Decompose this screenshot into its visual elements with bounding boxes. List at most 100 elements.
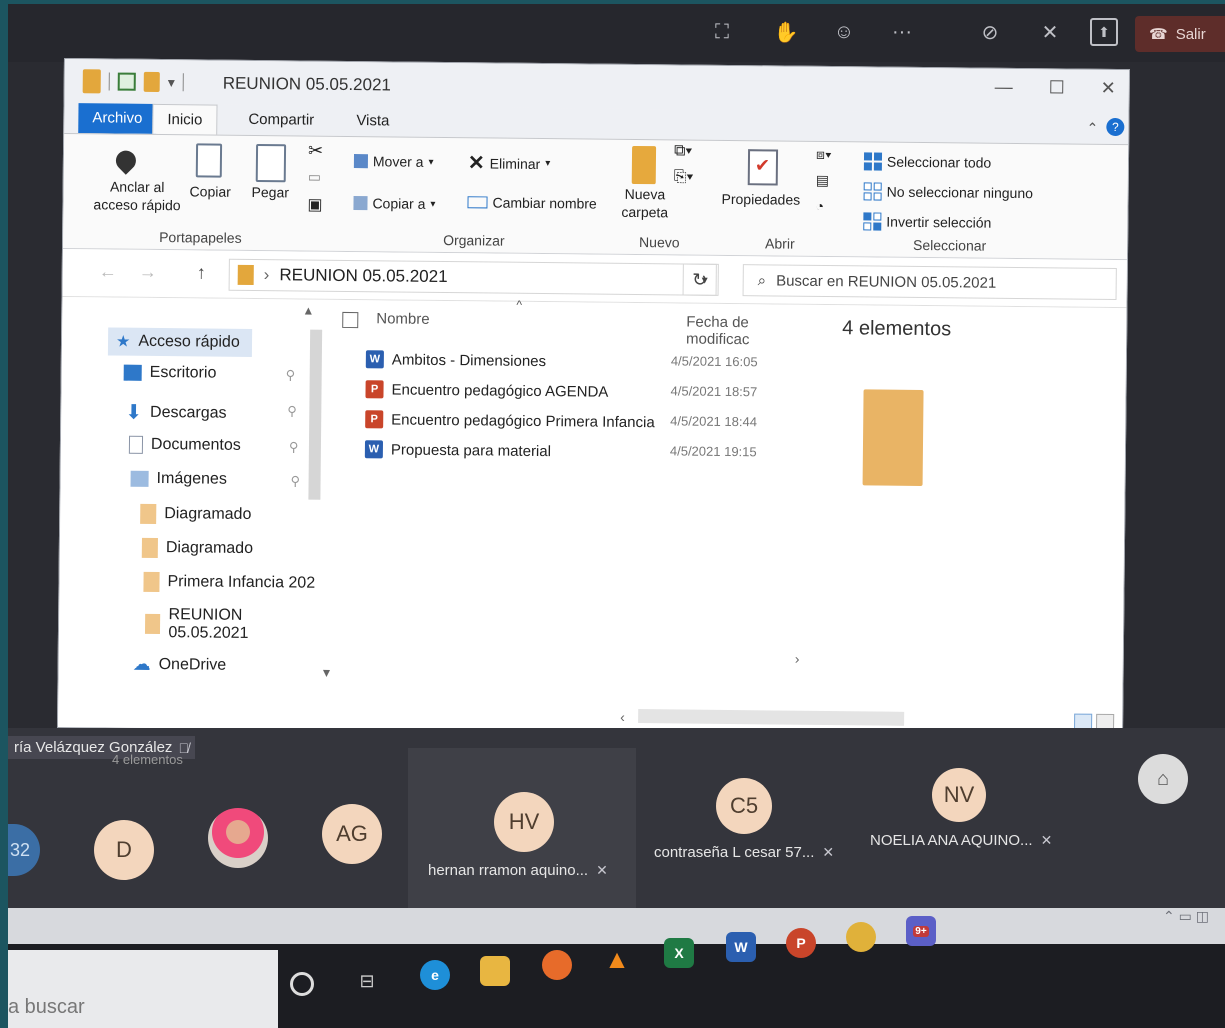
list-item[interactable]: P Encuentro pedagógico Primera Infancia [365,410,655,431]
address-bar[interactable]: › REUNION 05.05.2021 ▾ [228,258,719,296]
vlc-icon[interactable]: ▲ [602,944,632,974]
maximize-icon[interactable]: ☐ [1049,77,1065,98]
select-all-checkbox[interactable] [342,311,359,329]
sidebar-item-downloads[interactable]: ⬇ Descargas [125,400,227,426]
sidebar-item-reunion[interactable]: REUNION 05.05.2021 [144,606,321,644]
history-icon[interactable]: ◔ [815,198,824,214]
word-icon[interactable]: W [726,932,756,962]
up-icon[interactable]: ↑ [197,262,206,283]
easy-access-icon[interactable]: ⎘▾ [674,168,694,186]
teams-icon[interactable]: 9+ [906,916,936,946]
share-icon[interactable]: ⬆ [1090,18,1118,46]
column-date[interactable]: Fecha de modificac [686,314,816,349]
new-folder-button[interactable]: Nueva carpeta [621,186,668,220]
pin-icon[interactable]: ⚲ [287,403,297,419]
minimize-icon[interactable]: — [995,77,1013,98]
tab-compartir[interactable]: Compartir [234,105,328,136]
copy-to-button[interactable]: Copiar a ▾ [353,195,436,212]
breadcrumb[interactable]: REUNION 05.05.2021 [279,265,447,287]
raise-hand-icon[interactable]: ✋ [772,18,800,46]
forward-icon[interactable]: → [139,262,157,283]
new-folder-quick-icon[interactable] [143,71,160,93]
firefox-icon[interactable] [542,950,572,980]
sidebar-item-pictures[interactable]: Imágenes [130,470,227,489]
copy-path-icon[interactable]: ▭ [308,169,321,186]
more-icon[interactable]: ··· [888,18,916,46]
sidebar-item-diagramado-2[interactable]: Diagramado [141,537,253,559]
move-to-button[interactable]: Mover a ▾ [353,153,434,170]
pin-icon[interactable]: ⚲ [286,367,296,383]
search-input[interactable]: ⌕ Buscar en REUNION 05.05.2021 [742,264,1117,301]
avatar[interactable]: 32 [8,824,40,876]
chrome-icon[interactable] [846,922,876,952]
scroll-up-icon[interactable]: ▲ [302,304,314,318]
mic-off-icon: ✕ [822,844,835,860]
properties-quick-icon[interactable] [117,72,136,91]
edge-icon[interactable]: e [420,960,450,990]
system-tray[interactable]: ⌃ ▭ ◫ [1163,908,1209,925]
mic-off-icon[interactable]: ✕ [1036,18,1064,46]
avatar[interactable]: NV [932,768,986,822]
close-icon[interactable]: ✕ [1101,78,1116,99]
select-all-button[interactable]: Seleccionar todo [863,152,991,171]
invert-selection-button[interactable]: Invertir selección [863,212,991,231]
avatar[interactable]: D [94,820,154,880]
pin-quick-access-button[interactable]: Anclar al acceso rápido [93,178,181,213]
sidebar-item-primera-infancia[interactable]: Primera Infancia 202 [143,571,315,594]
powerpoint-icon[interactable]: P [786,928,816,958]
file-explorer-icon[interactable] [480,956,510,986]
tab-archivo[interactable]: Archivo [78,103,157,134]
search-placeholder: Buscar en REUNION 05.05.2021 [776,271,997,292]
scroll-down-icon[interactable]: ▼ [321,666,333,680]
select-none-button[interactable]: No seleccionar ninguno [863,182,1034,202]
avatar[interactable]: HV [494,792,554,852]
task-view-icon[interactable]: ⊟ [352,966,382,996]
refresh-icon[interactable]: ↻ [682,263,717,296]
delete-button[interactable]: ✕ Eliminar ▾ [468,150,551,176]
avatar[interactable] [208,808,268,868]
list-item[interactable]: W Propuesta para material [364,440,552,460]
participant-photo-avatar[interactable]: ⌂ [1138,754,1188,804]
customize-quick-access-icon[interactable]: ▾ [168,74,175,91]
properties-button[interactable]: Propiedades [721,191,800,208]
new-item-icon[interactable]: ⧉▾ [674,142,692,160]
tab-vista[interactable]: Vista [342,106,403,137]
sidebar-item-desktop[interactable]: Escritorio [123,364,216,383]
avatar[interactable]: C5 [716,778,772,834]
cortana-icon[interactable] [290,972,314,996]
reactions-icon[interactable]: ☺ [830,18,858,46]
file-name: Propuesta para material [390,440,552,460]
sidebar-item-quick-access[interactable]: ★ Acceso rápido [107,327,252,357]
paste-shortcut-icon[interactable]: ▣ [307,195,322,215]
nav-scrollbar[interactable] [308,329,323,500]
pin-icon[interactable]: ⚲ [290,473,301,489]
group-portapapeles: Portapapeles [159,229,242,246]
camera-off-icon[interactable]: ⊘ [976,18,1004,46]
column-name[interactable]: Nombre [376,310,430,328]
open-icon[interactable]: ⧈▾ [816,146,832,163]
participant-name: hernan rramon aquino... ✕ [428,862,608,879]
back-icon[interactable]: ← [99,261,117,282]
horizontal-scrollbar[interactable] [638,709,905,726]
edit-icon[interactable]: ▤ [816,172,829,189]
scroll-left-icon[interactable]: ‹ [620,709,625,725]
paste-button[interactable]: Pegar [252,184,290,200]
excel-icon[interactable]: X [664,938,694,968]
pin-icon[interactable]: ⚲ [289,439,299,455]
leave-button[interactable]: ☎ Salir [1135,16,1225,52]
sidebar-item-onedrive[interactable]: ☁ OneDrive [133,654,227,676]
sidebar-item-documents[interactable]: Documentos [128,435,241,455]
avatar[interactable]: AG [322,804,382,864]
cut-icon[interactable]: ✂ [308,141,323,162]
taskbar-search[interactable]: a buscar [8,950,278,1028]
participants-icon[interactable]: ⛶ [708,18,736,46]
sidebar-item-diagramado-1[interactable]: Diagramado [140,503,251,525]
scroll-right-icon[interactable]: › [795,651,800,667]
copy-button[interactable]: Copiar [190,183,231,199]
rename-button[interactable]: Cambiar nombre [467,194,597,212]
list-item[interactable]: P Encuentro pedagógico AGENDA [365,380,608,401]
tab-inicio[interactable]: Inicio [152,103,218,135]
collapse-ribbon-icon[interactable]: ⌃ [1086,120,1099,137]
list-item[interactable]: W Ambitos - Dimensiones [365,350,546,370]
help-icon[interactable]: ? [1106,117,1125,137]
